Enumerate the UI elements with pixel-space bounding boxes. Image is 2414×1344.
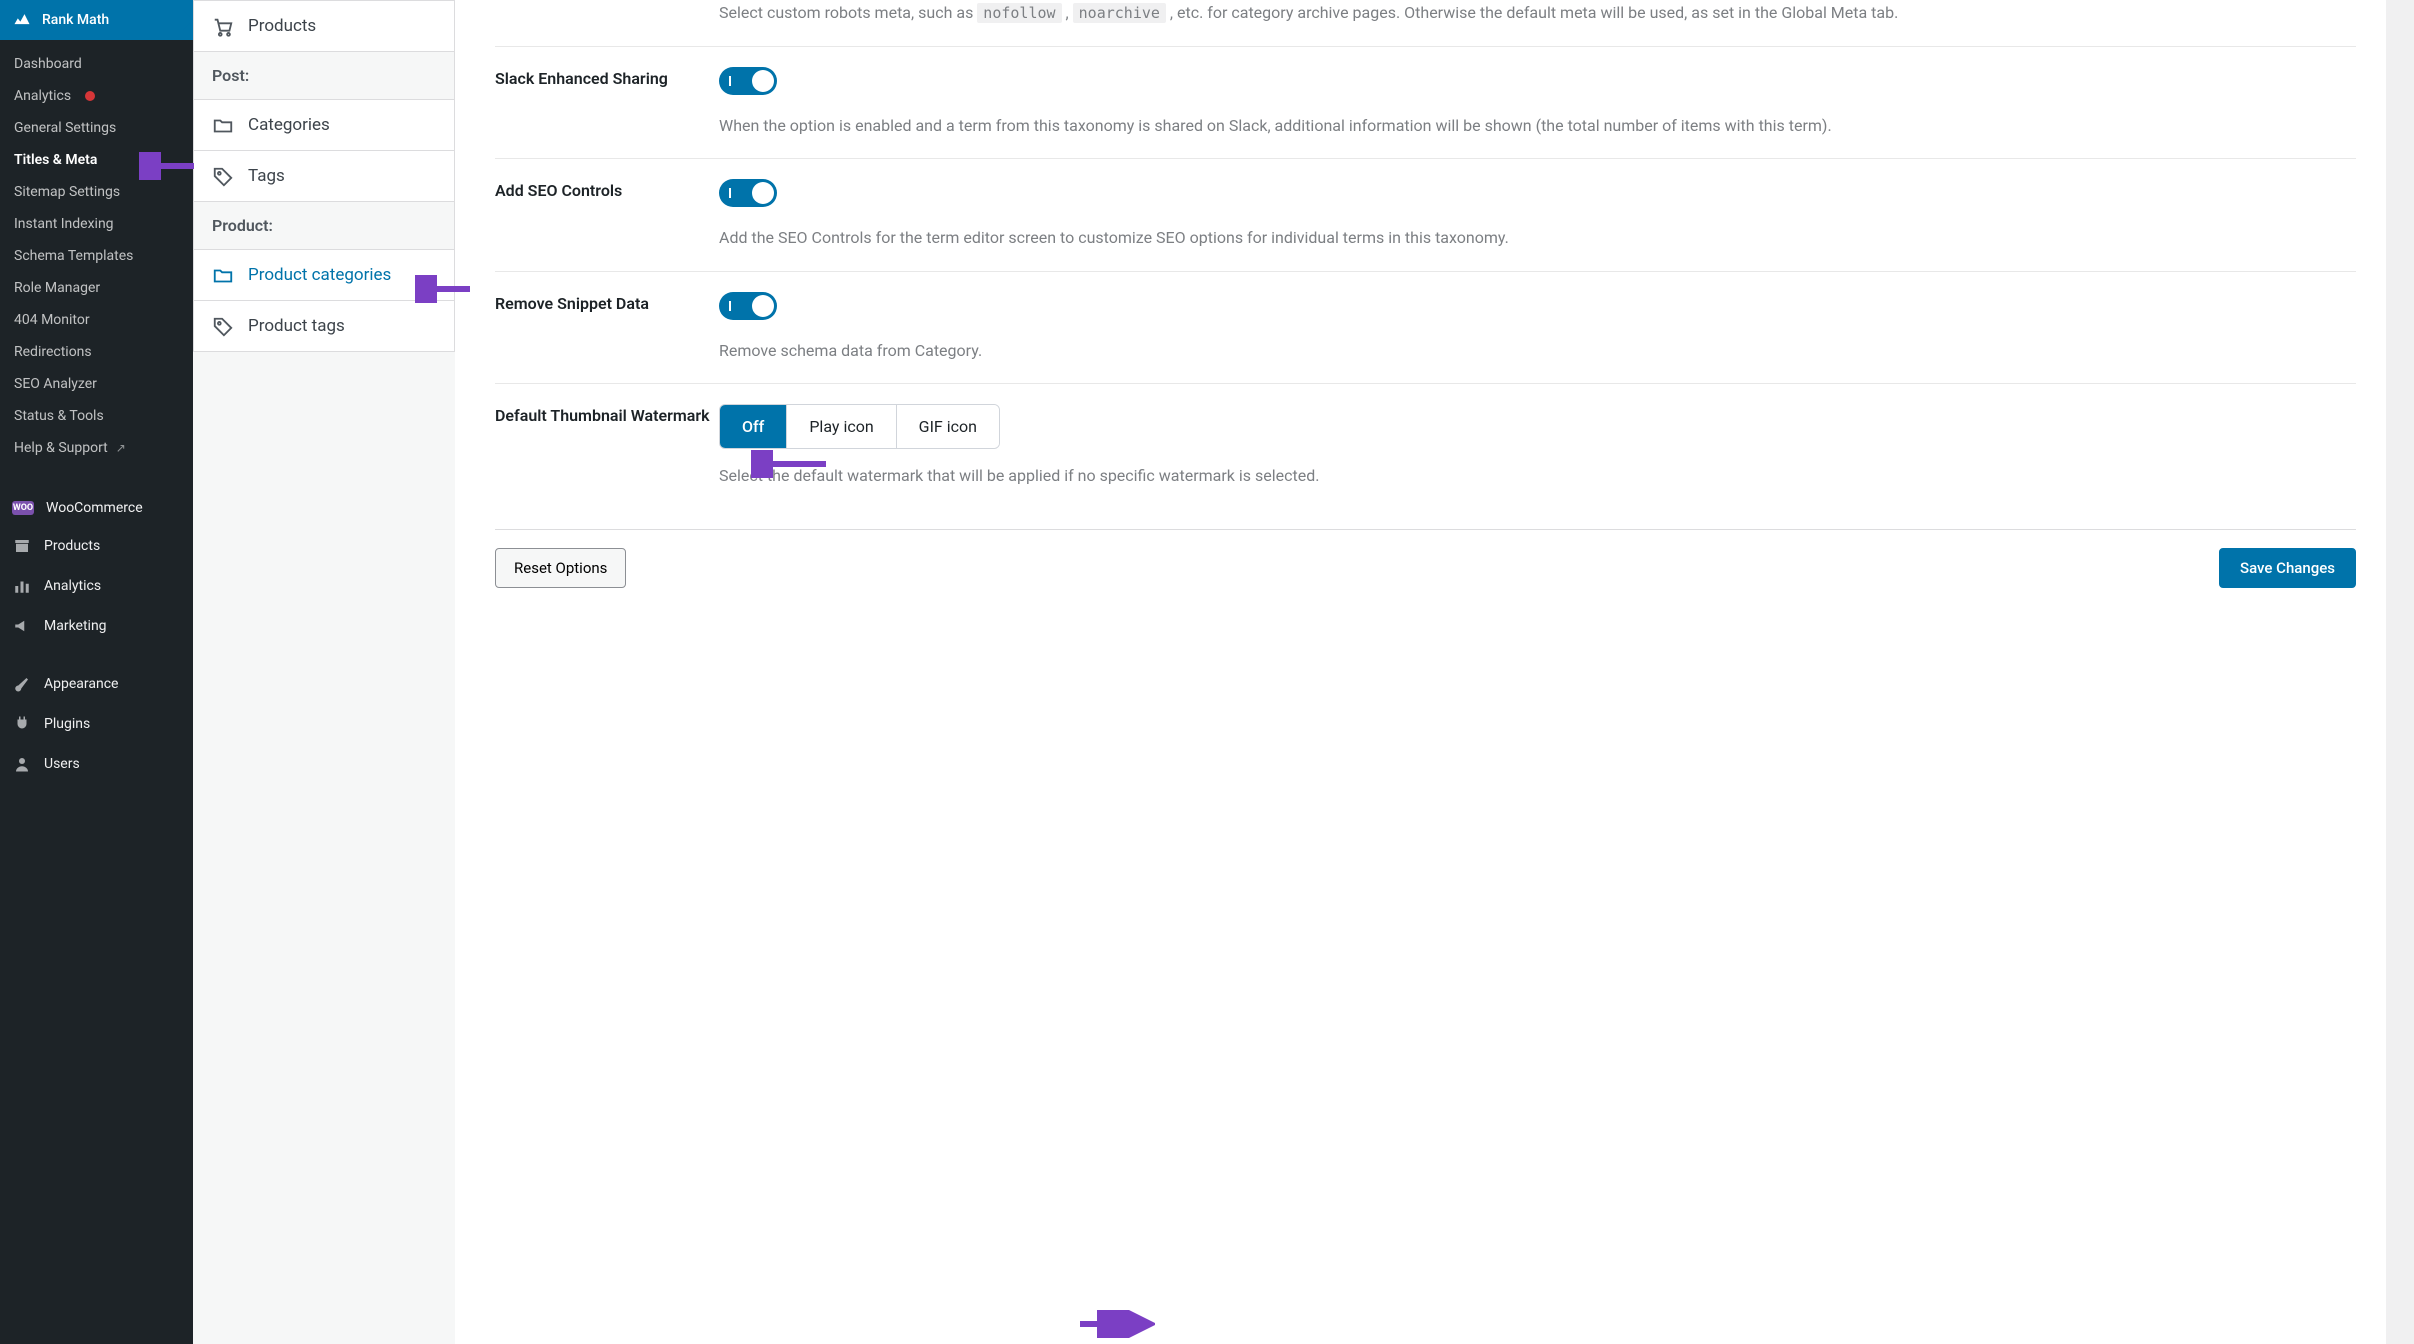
subnav-product-tags[interactable]: Product tags — [193, 301, 455, 352]
external-link-icon: ↗ — [116, 441, 126, 455]
subnav-header-post: Post: — [193, 52, 455, 100]
menu-products[interactable]: Products — [0, 526, 193, 566]
submenu-general-settings[interactable]: General Settings — [0, 112, 193, 144]
submenu-instant-indexing[interactable]: Instant Indexing — [0, 208, 193, 240]
archive-icon — [12, 536, 32, 556]
toggle-remove-snippet[interactable] — [719, 292, 777, 320]
titles-meta-subnav: Products Post: Categories Tags Product: … — [193, 0, 455, 1344]
submenu-analytics[interactable]: Analytics — [0, 80, 193, 112]
setting-desc: Select custom robots meta, such as nofol… — [719, 0, 2356, 26]
user-icon — [12, 754, 32, 774]
setting-desc: When the option is enabled and a term fr… — [719, 113, 2356, 139]
menu-appearance[interactable]: Appearance — [0, 664, 193, 704]
subnav-tags[interactable]: Tags — [193, 151, 455, 202]
setting-label: Default Thumbnail Watermark — [495, 404, 719, 489]
setting-robots-meta: Select custom robots meta, such as nofol… — [495, 0, 2356, 47]
wp-admin-sidebar: Rank Math Dashboard Analytics General Se… — [0, 0, 193, 1344]
settings-panel: Select custom robots meta, such as nofol… — [455, 0, 2386, 1344]
menu-plugins[interactable]: Plugins — [0, 704, 193, 744]
megaphone-icon — [12, 616, 32, 636]
plug-icon — [12, 714, 32, 734]
submenu-schema-templates[interactable]: Schema Templates — [0, 240, 193, 272]
annotation-arrow — [1075, 1310, 1155, 1338]
submenu-redirections[interactable]: Redirections — [0, 336, 193, 368]
subnav-product-categories[interactable]: Product categories — [193, 250, 455, 301]
code-noarchive: noarchive — [1073, 3, 1166, 23]
menu-analytics[interactable]: Analytics — [0, 566, 193, 606]
watermark-options: Off Play icon GIF icon — [719, 404, 1000, 449]
tag-icon — [212, 166, 232, 186]
watermark-gif[interactable]: GIF icon — [897, 405, 999, 448]
submenu-seo-analyzer[interactable]: SEO Analyzer — [0, 368, 193, 400]
bar-chart-icon — [12, 576, 32, 596]
watermark-play[interactable]: Play icon — [787, 405, 896, 448]
watermark-off[interactable]: Off — [720, 405, 787, 448]
setting-desc: Select the default watermark that will b… — [719, 463, 2356, 489]
brush-icon — [12, 674, 32, 694]
setting-label: Add SEO Controls — [495, 179, 719, 251]
setting-desc: Remove schema data from Category. — [719, 338, 2356, 364]
submenu-sitemap[interactable]: Sitemap Settings — [0, 176, 193, 208]
toggle-seo-controls[interactable] — [719, 179, 777, 207]
submenu-status-tools[interactable]: Status & Tools — [0, 400, 193, 432]
submenu-titles-meta[interactable]: Titles & Meta — [0, 144, 193, 176]
setting-seo-controls: Add SEO Controls Add the SEO Controls fo… — [495, 159, 2356, 272]
menu-label: Rank Math — [42, 12, 109, 28]
menu-rank-math[interactable]: Rank Math — [0, 0, 193, 40]
rank-math-submenu: Dashboard Analytics General Settings Tit… — [0, 40, 193, 472]
woo-icon: WOO — [12, 501, 34, 515]
cart-icon — [212, 16, 232, 36]
settings-footer: Reset Options Save Changes — [495, 529, 2356, 588]
submenu-help-support[interactable]: Help & Support ↗ — [0, 432, 193, 464]
setting-label: Remove Snippet Data — [495, 292, 719, 364]
code-nofollow: nofollow — [977, 3, 1061, 23]
subnav-products[interactable]: Products — [193, 0, 455, 52]
tag-icon — [212, 316, 232, 336]
folder-icon — [212, 265, 232, 285]
submenu-role-manager[interactable]: Role Manager — [0, 272, 193, 304]
toggle-slack[interactable] — [719, 67, 777, 95]
reset-button[interactable]: Reset Options — [495, 548, 626, 588]
submenu-404-monitor[interactable]: 404 Monitor — [0, 304, 193, 336]
subnav-header-product: Product: — [193, 202, 455, 250]
menu-marketing[interactable]: Marketing — [0, 606, 193, 646]
setting-watermark: Default Thumbnail Watermark Off Play ico… — [495, 384, 2356, 509]
setting-label: Slack Enhanced Sharing — [495, 67, 719, 139]
rank-math-icon — [12, 10, 32, 30]
setting-desc: Add the SEO Controls for the term editor… — [719, 225, 2356, 251]
setting-slack-sharing: Slack Enhanced Sharing When the option i… — [495, 47, 2356, 160]
setting-label — [495, 0, 719, 26]
submenu-dashboard[interactable]: Dashboard — [0, 48, 193, 80]
menu-users[interactable]: Users — [0, 744, 193, 784]
setting-remove-snippet: Remove Snippet Data Remove schema data f… — [495, 272, 2356, 385]
subnav-categories[interactable]: Categories — [193, 100, 455, 151]
save-button[interactable]: Save Changes — [2219, 548, 2356, 588]
folder-icon — [212, 115, 232, 135]
menu-woocommerce[interactable]: WOO WooCommerce — [0, 490, 193, 526]
